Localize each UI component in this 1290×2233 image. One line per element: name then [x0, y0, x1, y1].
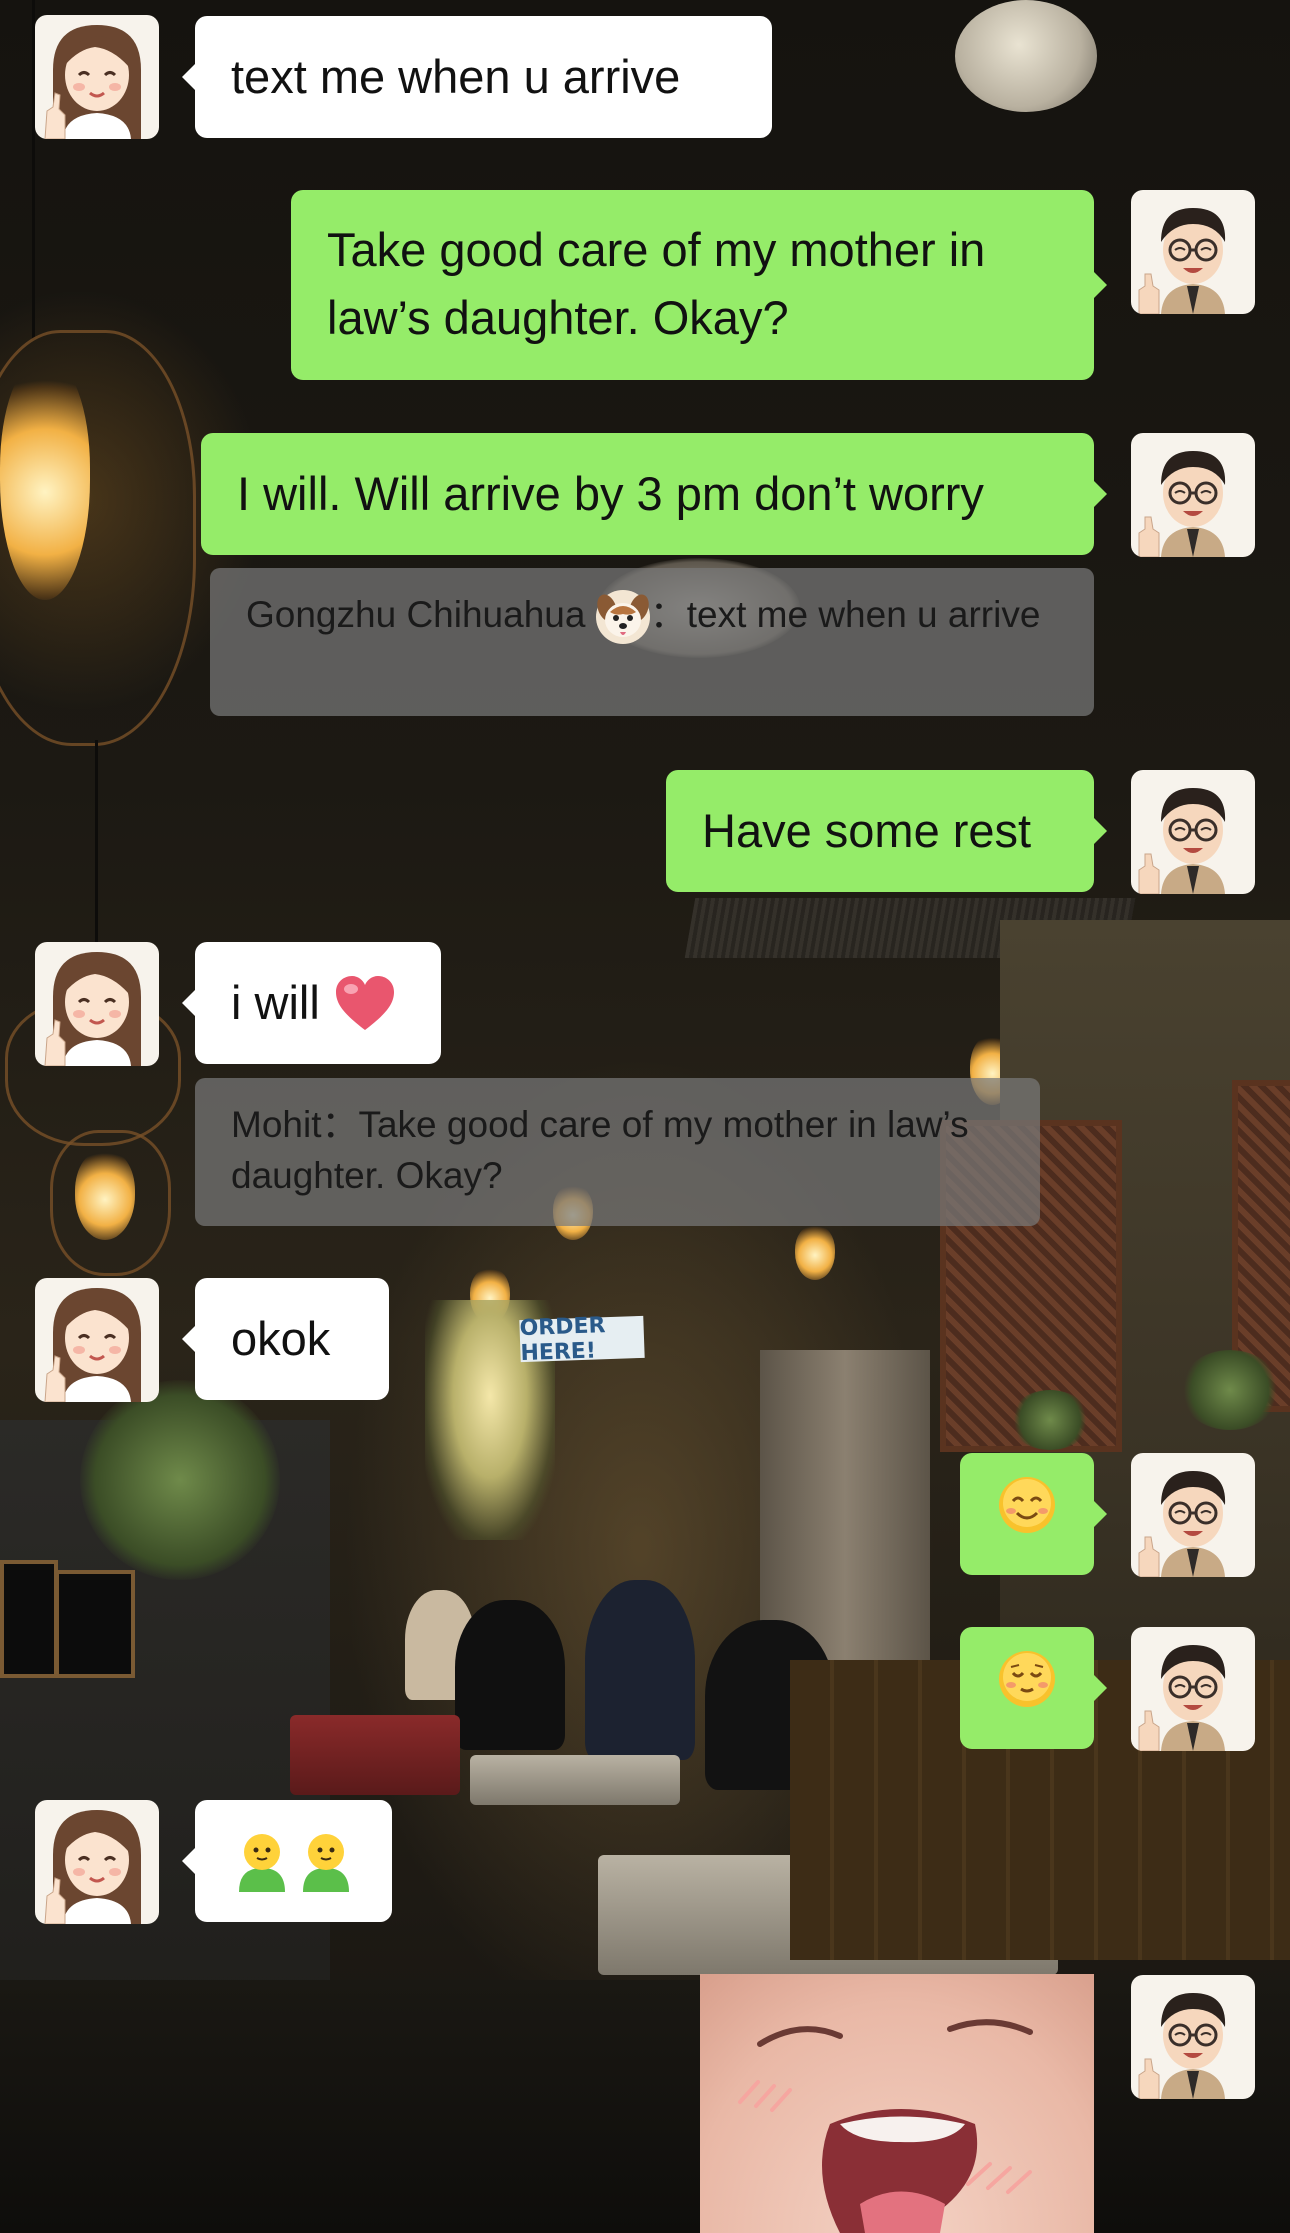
avatar-gongzhu[interactable]: [35, 1800, 159, 1924]
message-text: Have some rest: [702, 803, 1032, 857]
avatar-gongzhu[interactable]: [35, 942, 159, 1066]
laughing-baby-photo[interactable]: [700, 1974, 1094, 2233]
avatar-mohit[interactable]: [1131, 770, 1255, 894]
avatar-mohit[interactable]: [1131, 1627, 1255, 1751]
girl-avatar-icon: [35, 15, 159, 139]
baby-face-image: [738, 2019, 1033, 2233]
boy-avatar-icon: [1131, 1453, 1255, 1577]
boy-avatar-icon: [1131, 433, 1255, 557]
message-text: i will: [231, 975, 320, 1029]
buddy-icon: [233, 1830, 291, 1892]
boy-avatar-icon: [1131, 190, 1255, 314]
boy-avatar-icon: [1131, 1627, 1255, 1751]
message-text: okok: [231, 1311, 331, 1365]
avatar-gongzhu[interactable]: [35, 1278, 159, 1402]
message-bubble-incoming[interactable]: okok: [182, 1278, 389, 1400]
message-bubble-outgoing[interactable]: I will. Will arrive by 3 pm don’t worry: [201, 433, 1107, 555]
smoke-detector: [955, 0, 1097, 112]
message-bubble-outgoing[interactable]: [960, 1453, 1107, 1575]
message-bubble-outgoing[interactable]: Have some rest: [666, 770, 1107, 892]
message-bubble-incoming[interactable]: i will: [182, 942, 441, 1064]
message-text: text me when u arrive: [231, 49, 681, 103]
message-bubble-outgoing[interactable]: Take good care of my mother in law’s dau…: [291, 190, 1107, 380]
girl-avatar-icon: [35, 942, 159, 1066]
girl-avatar-icon: [35, 1800, 159, 1924]
quote-text: text me when u arrive: [686, 594, 1041, 635]
girl-avatar-icon: [35, 1278, 159, 1402]
avatar-mohit[interactable]: [1131, 1453, 1255, 1577]
smiling-face-icon: [997, 1475, 1057, 1553]
message-bubble-outgoing[interactable]: [960, 1627, 1107, 1749]
boy-avatar-icon: [1131, 1975, 1255, 2099]
order-here-sign: ORDER HERE!: [519, 1313, 645, 1366]
message-bubble-incoming[interactable]: [182, 1800, 392, 1922]
boy-avatar-icon: [1131, 770, 1255, 894]
quoted-message[interactable]: Mohit：Take good care of my mother in law…: [195, 1078, 1040, 1226]
message-bubble-incoming[interactable]: text me when u arrive: [182, 16, 772, 138]
avatar-mohit[interactable]: [1131, 433, 1255, 557]
relieved-face-icon: [997, 1649, 1057, 1727]
quote-author: Mohit: [231, 1104, 322, 1145]
avatar-gongzhu[interactable]: [35, 15, 159, 139]
buddy-icon: [297, 1830, 355, 1892]
dog-face-icon: [595, 590, 650, 645]
quoted-message[interactable]: Gongzhu Chihuahua ：text me when u arrive: [210, 568, 1094, 716]
quote-author: Gongzhu Chihuahua: [246, 594, 586, 635]
message-text: I will. Will arrive by 3 pm don’t worry: [237, 466, 984, 520]
message-text: Take good care of my mother in law’s dau…: [327, 223, 986, 345]
avatar-mohit[interactable]: [1131, 1975, 1255, 2099]
avatar-mohit[interactable]: [1131, 190, 1255, 314]
red-heart-icon: [334, 974, 396, 1032]
